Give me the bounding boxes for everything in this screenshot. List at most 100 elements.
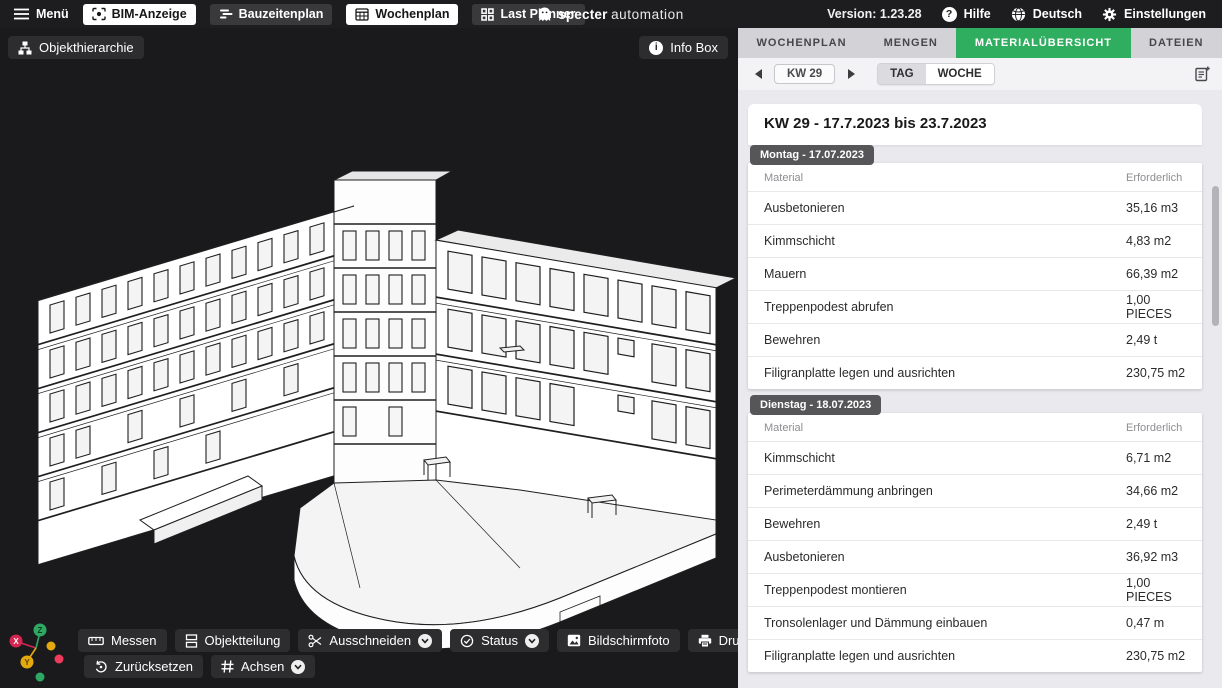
- tab-wochenplan[interactable]: WOCHENPLAN: [738, 28, 865, 58]
- hamburger-icon: [14, 8, 29, 20]
- globe-icon: [1011, 7, 1026, 22]
- axes-dropdown-button[interactable]: [291, 660, 305, 674]
- object-hierarchy-label: Objekthierarchie: [39, 40, 134, 55]
- nav-bim-anzeige[interactable]: BIM-Anzeige: [83, 4, 196, 25]
- brand-suffix: automation: [611, 7, 684, 22]
- material-name: Ausbetonieren: [764, 550, 1126, 564]
- material-quantity: 66,39 m2: [1126, 267, 1178, 281]
- material-quantity: 230,75 m2: [1126, 366, 1185, 380]
- help-button[interactable]: ? Hilfe: [942, 7, 991, 22]
- tab-dateien[interactable]: DATEIEN: [1131, 28, 1222, 58]
- help-icon: ?: [942, 7, 957, 22]
- nav-wochenplan[interactable]: Wochenplan: [346, 4, 458, 25]
- ghost-logo-icon: [538, 7, 551, 22]
- print-preview-button[interactable]: Druckvorschau: [688, 629, 738, 652]
- day-week-toggle: TAG WOCHE: [877, 63, 995, 85]
- tool-label: Druckvorschau: [719, 633, 738, 648]
- note-add-icon[interactable]: [1194, 66, 1210, 82]
- material-name: Treppenpodest montieren: [764, 583, 1126, 597]
- panel-tab-bar: WOCHENPLAN MENGEN MATERIALÜBERSICHT DATE…: [738, 28, 1222, 58]
- tool-label: Status: [481, 633, 518, 648]
- menu-button[interactable]: Menü: [14, 7, 69, 21]
- material-name: Filigranplatte legen und ausrichten: [764, 649, 1126, 663]
- day-badge: Montag - 17.07.2023: [750, 145, 874, 165]
- tool-label: Bildschirmfoto: [588, 633, 670, 648]
- gantt-icon: [219, 8, 233, 20]
- material-row: Ausbetonieren36,92 m3: [748, 540, 1202, 573]
- material-quantity: 230,75 m2: [1126, 649, 1185, 663]
- weekplan-calendar-icon: [355, 8, 369, 21]
- material-overview-content: KW 29 - 17.7.2023 bis 23.7.2023 Montag -…: [738, 90, 1222, 688]
- chevron-down-icon: [528, 638, 536, 644]
- axes-grid-icon: [221, 660, 234, 673]
- material-name: Ausbetonieren: [764, 201, 1126, 215]
- day-badge: Dienstag - 18.07.2023: [750, 395, 881, 415]
- measure-button[interactable]: Messen: [78, 629, 167, 652]
- cut-dropdown-button[interactable]: [418, 634, 432, 648]
- status-check-icon: [460, 634, 474, 648]
- material-row: Bewehren2,49 t: [748, 323, 1202, 356]
- language-button[interactable]: Deutsch: [1011, 7, 1082, 22]
- status-dropdown-button[interactable]: [525, 634, 539, 648]
- reset-view-button[interactable]: Zurücksetzen: [84, 655, 203, 678]
- toggle-day-option[interactable]: TAG: [878, 64, 925, 84]
- tab-mengen[interactable]: MENGEN: [865, 28, 956, 58]
- week-navigation-bar: KW 29 TAG WOCHE: [738, 58, 1222, 90]
- material-row: Kimmschicht6,71 m2: [748, 441, 1202, 474]
- material-row: Bewehren2,49 t: [748, 507, 1202, 540]
- nav-bauzeitenplan[interactable]: Bauzeitenplan: [210, 4, 333, 25]
- info-icon: i: [649, 41, 663, 55]
- next-week-button[interactable]: [843, 66, 859, 82]
- day-section: Montag - 17.07.2023 Material Erforderlic…: [748, 145, 1202, 389]
- cut-button[interactable]: Ausschneiden: [298, 629, 442, 652]
- split-icon: [185, 634, 198, 648]
- material-quantity: 2,49 t: [1126, 517, 1157, 531]
- material-name: Tronsolenlager und Dämmung einbauen: [764, 616, 1126, 630]
- axes-button[interactable]: Achsen: [211, 655, 315, 678]
- viewport-toolbar-row2: Zurücksetzen Achsen: [84, 655, 315, 678]
- column-header-material: Material: [764, 422, 1126, 434]
- settings-button[interactable]: Einstellungen: [1102, 7, 1206, 22]
- status-button[interactable]: Status: [450, 629, 549, 652]
- object-hierarchy-button[interactable]: Objekthierarchie: [8, 36, 144, 59]
- scrollbar-thumb[interactable]: [1212, 186, 1219, 326]
- material-row: Kimmschicht4,83 m2: [748, 224, 1202, 257]
- material-name: Perimeterdämmung anbringen: [764, 484, 1126, 498]
- material-row: Mauern66,39 m2: [748, 257, 1202, 290]
- scissors-icon: [308, 634, 322, 648]
- object-split-button[interactable]: Objektteilung: [175, 629, 291, 652]
- week-select-button[interactable]: KW 29: [774, 64, 835, 84]
- image-icon: [567, 634, 581, 647]
- tool-label: Messen: [111, 633, 157, 648]
- chevron-down-icon: [294, 664, 302, 670]
- material-name: Bewehren: [764, 517, 1126, 531]
- material-name: Mauern: [764, 267, 1126, 281]
- viewport-3d[interactable]: Objekthierarchie i Info Box Z X Y Messen…: [0, 28, 738, 688]
- screenshot-button[interactable]: Bildschirmfoto: [557, 629, 680, 652]
- material-row: Perimeterdämmung anbringen34,66 m2: [748, 474, 1202, 507]
- toggle-week-option[interactable]: WOCHE: [926, 64, 994, 84]
- axis-z-label: Z: [38, 626, 43, 635]
- chevron-left-icon: [755, 69, 762, 79]
- week-heading-card: KW 29 - 17.7.2023 bis 23.7.2023: [748, 104, 1202, 145]
- column-header-required: Erforderlich: [1126, 422, 1182, 434]
- material-quantity: 6,71 m2: [1126, 451, 1171, 465]
- panel-scrollbar[interactable]: [1212, 182, 1219, 688]
- bim-model-3d[interactable]: [0, 28, 738, 688]
- grid-squares-icon: [481, 8, 494, 21]
- side-panel: WOCHENPLAN MENGEN MATERIALÜBERSICHT DATE…: [738, 28, 1222, 688]
- material-quantity: 36,92 m3: [1126, 550, 1178, 564]
- tab-materialuebersicht[interactable]: MATERIALÜBERSICHT: [956, 28, 1130, 58]
- menu-label: Menü: [36, 7, 69, 21]
- material-table: Material Erforderlich Kimmschicht6,71 m2…: [748, 413, 1202, 672]
- material-name: Treppenpodest abrufen: [764, 300, 1126, 314]
- axis-gizmo[interactable]: Z X Y: [4, 618, 74, 688]
- reset-icon: [94, 660, 108, 674]
- material-quantity: 0,47 m: [1126, 616, 1164, 630]
- tool-label: Objektteilung: [205, 633, 281, 648]
- info-box-button[interactable]: i Info Box: [639, 36, 728, 59]
- chevron-down-icon: [421, 638, 429, 644]
- previous-week-button[interactable]: [750, 66, 766, 82]
- material-quantity: 35,16 m3: [1126, 201, 1178, 215]
- hierarchy-icon: [18, 41, 32, 55]
